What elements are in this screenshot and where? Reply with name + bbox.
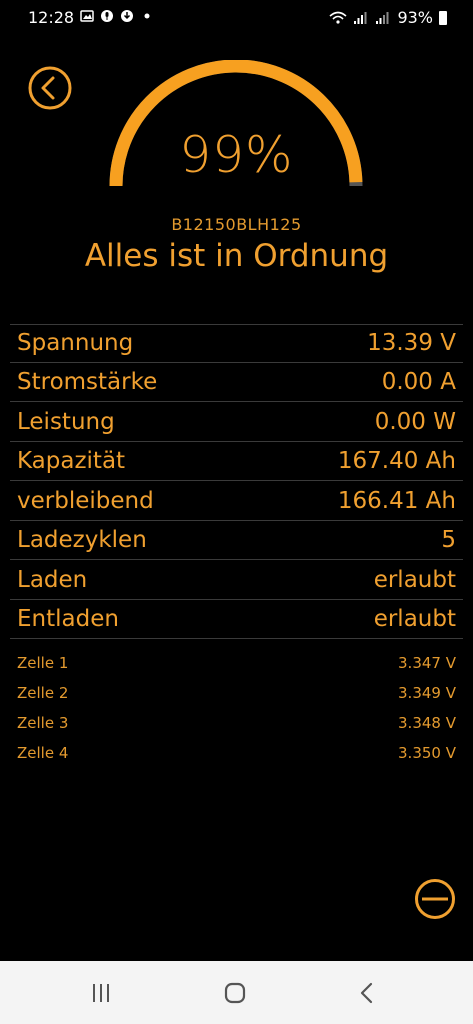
image-icon [80, 10, 94, 22]
dot-icon [144, 13, 150, 19]
notification-icons [80, 9, 154, 23]
system-nav-bar [0, 961, 473, 1024]
cell-row: Zelle 1 3.347 V [10, 648, 463, 678]
charge-percent: 99% [179, 126, 294, 184]
detail-label: Entladen [17, 606, 119, 633]
status-message: Alles ist in Ordnung [84, 238, 389, 274]
status-time: 12:28 [28, 8, 75, 27]
wifi-icon [329, 11, 347, 24]
cell-label: Zelle 4 [17, 744, 69, 762]
detail-row-verbleibend: verbleibend 166.41 Ah [10, 482, 463, 521]
detail-row-stromstaerke: Stromstärke 0.00 A [10, 364, 463, 402]
detail-value: erlaubt [373, 606, 456, 633]
detail-value: 166.41 Ah [337, 487, 456, 514]
battery-icon [439, 10, 447, 25]
detail-row-kapazitaet: Kapazität 167.40 Ah [10, 443, 463, 481]
recent-apps-icon[interactable] [86, 979, 116, 1007]
cell-label: Zelle 1 [17, 654, 69, 672]
detail-label: Ladezyklen [17, 527, 147, 554]
detail-label: verbleibend [17, 487, 154, 514]
detail-label: Kapazität [17, 448, 126, 475]
back-button[interactable] [28, 66, 72, 110]
detail-label: Spannung [17, 330, 134, 357]
cell-value: 3.349 V [398, 684, 456, 702]
detail-label: Laden [17, 566, 88, 593]
status-right: 93% [329, 8, 447, 27]
device-id: B12150BLH125 [171, 215, 302, 234]
battery-percent: 93% [397, 8, 433, 27]
home-icon[interactable] [220, 979, 250, 1007]
signal-2-icon [376, 11, 389, 24]
detail-value: 0.00 W [374, 408, 456, 435]
detail-value: erlaubt [373, 566, 456, 593]
app-screen: 12:28 93% 99% B12150BLH125 Alles ist in … [0, 0, 473, 1024]
download-icon [121, 10, 133, 22]
cell-value: 3.347 V [398, 654, 456, 672]
cell-label: Zelle 2 [17, 684, 69, 702]
detail-value: 13.39 V [367, 330, 456, 357]
cell-voltages: Zelle 1 3.347 V Zelle 2 3.349 V Zelle 3 … [10, 648, 463, 768]
cell-label: Zelle 3 [17, 714, 69, 732]
detail-value: 0.00 A [381, 369, 456, 396]
status-bar: 12:28 93% [0, 0, 473, 36]
detail-row-ladezyklen: Ladezyklen 5 [10, 522, 463, 560]
detail-row-leistung: Leistung 0.00 W [10, 403, 463, 442]
cell-row: Zelle 2 3.349 V [10, 678, 463, 708]
cell-value: 3.350 V [398, 744, 456, 762]
cell-row: Zelle 3 3.348 V [10, 708, 463, 738]
cell-row: Zelle 4 3.350 V [10, 738, 463, 768]
signal-icon [354, 11, 367, 24]
detail-row-entladen: Entladen erlaubt [10, 601, 463, 639]
podcast-icon [101, 10, 113, 22]
detail-label: Stromstärke [17, 369, 158, 396]
detail-value: 167.40 Ah [337, 448, 456, 475]
details-table: Spannung 13.39 V Stromstärke 0.00 A Leis… [10, 324, 463, 640]
detail-row-spannung: Spannung 13.39 V [10, 324, 463, 363]
detail-row-laden: Laden erlaubt [10, 561, 463, 600]
cell-value: 3.348 V [398, 714, 456, 732]
detail-label: Leistung [17, 408, 115, 435]
back-nav-icon[interactable] [352, 979, 382, 1007]
collapse-button[interactable] [414, 878, 456, 920]
detail-value: 5 [441, 527, 456, 554]
